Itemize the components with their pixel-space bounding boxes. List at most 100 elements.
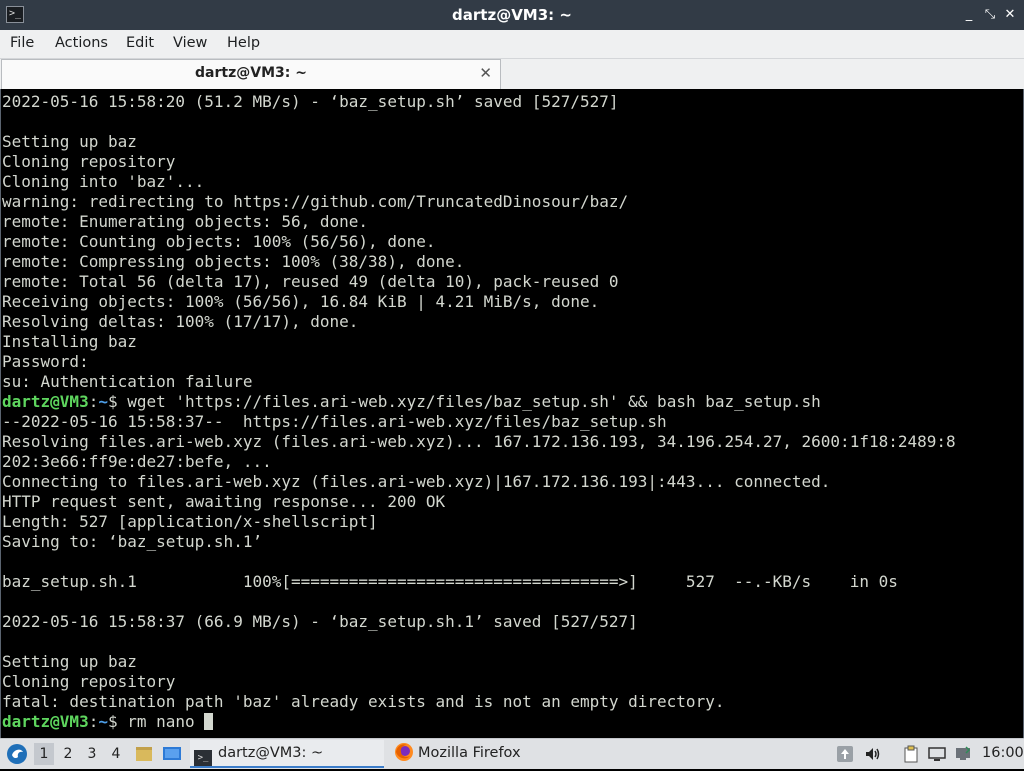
- output-text: Receiving objects: 100% (56/56), 16.84 K…: [2, 292, 600, 311]
- upload-icon[interactable]: [836, 745, 854, 763]
- show-desktop-icon[interactable]: [162, 744, 182, 764]
- terminal-line: Password:: [2, 352, 1020, 372]
- output-text: 202:3e66:ff9e:de27:befe, ...: [2, 452, 272, 471]
- output-text: 2022-05-16 15:58:20 (51.2 MB/s) - ‘baz_s…: [2, 92, 619, 111]
- clock[interactable]: 16:00: [982, 740, 1024, 766]
- output-text: Resolving deltas: 100% (17/17), done.: [2, 312, 359, 331]
- output-text: Installing baz: [2, 332, 137, 351]
- prompt-separator: :: [88, 392, 99, 411]
- terminal-prompt-line: dartz@VM3:~$ wget 'https://files.ari-web…: [2, 392, 1020, 412]
- terminal-line: warning: redirecting to https://github.c…: [2, 192, 1020, 212]
- output-text: Password:: [2, 352, 89, 371]
- menu-edit[interactable]: Edit: [126, 30, 154, 56]
- output-text: Connecting to files.ari-web.xyz (files.a…: [2, 472, 831, 491]
- terminal-line: Length: 527 [application/x-shellscript]: [2, 512, 1020, 532]
- terminal-line: remote: Total 56 (delta 17), reused 49 (…: [2, 272, 1020, 292]
- menu-view[interactable]: View: [173, 30, 207, 56]
- output-text: fatal: destination path 'baz' already ex…: [2, 692, 725, 711]
- close-window-button[interactable]: ✕: [1001, 5, 1019, 25]
- terminal-output[interactable]: 2022-05-16 15:58:20 (51.2 MB/s) - ‘baz_s…: [2, 92, 1020, 732]
- terminal-line: remote: Compressing objects: 100% (38/38…: [2, 252, 1020, 272]
- file-manager-icon[interactable]: [134, 744, 154, 764]
- clipboard-icon[interactable]: [902, 745, 920, 763]
- terminal-line: 2022-05-16 15:58:37 (66.9 MB/s) - ‘baz_s…: [2, 612, 1020, 632]
- terminal-line: Saving to: ‘baz_setup.sh.1’: [2, 532, 1020, 552]
- output-text: 2022-05-16 15:58:37 (66.9 MB/s) - ‘baz_s…: [2, 612, 638, 631]
- workspace-2[interactable]: 2: [58, 743, 78, 765]
- output-text: warning: redirecting to https://github.c…: [2, 192, 629, 211]
- tab-label: dartz@VM3: ~: [195, 65, 307, 81]
- output-text: remote: Total 56 (delta 17), reused 49 (…: [2, 272, 619, 291]
- workspace-4[interactable]: 4: [106, 743, 126, 765]
- window-titlebar[interactable]: >_ dartz@VM3: ~ _ ⤡ ✕: [0, 0, 1024, 30]
- terminal-icon: >_: [194, 750, 212, 766]
- output-text: Cloning into 'baz'...: [2, 172, 205, 191]
- firefox-icon: [394, 742, 414, 762]
- terminal-line: Resolving deltas: 100% (17/17), done.: [2, 312, 1020, 332]
- terminal-line: Cloning repository: [2, 672, 1020, 692]
- prompt-symbol: $: [107, 392, 128, 411]
- prompt-symbol: $: [107, 712, 128, 731]
- output-text: baz_setup.sh.1 100%[====================…: [2, 572, 898, 591]
- terminal-line: 202:3e66:ff9e:de27:befe, ...: [2, 452, 1020, 472]
- output-text: HTTP request sent, awaiting response... …: [2, 492, 446, 511]
- command-text: wget 'https://files.ari-web.xyz/files/ba…: [127, 392, 821, 411]
- prompt-separator: :: [88, 712, 99, 731]
- menu-actions[interactable]: Actions: [55, 30, 108, 56]
- output-text: Saving to: ‘baz_setup.sh.1’: [2, 532, 263, 551]
- terminal-line: HTTP request sent, awaiting response... …: [2, 492, 1020, 512]
- menu-help[interactable]: Help: [227, 30, 260, 56]
- terminal-line: fatal: destination path 'baz' already ex…: [2, 692, 1020, 712]
- terminal-tab[interactable]: dartz@VM3: ~ ✕: [1, 59, 501, 89]
- menu-bar: File Actions Edit View Help: [0, 30, 1024, 59]
- terminal-line: Receiving objects: 100% (56/56), 16.84 K…: [2, 292, 1020, 312]
- output-text: Setting up baz: [2, 652, 137, 671]
- task-firefox-label: Mozilla Firefox: [418, 745, 521, 761]
- tab-bar: dartz@VM3: ~ ✕: [0, 59, 1024, 90]
- terminal-line: Connecting to files.ari-web.xyz (files.a…: [2, 472, 1020, 492]
- terminal-line: baz_setup.sh.1 100%[====================…: [2, 572, 1020, 592]
- start-menu-icon[interactable]: [6, 743, 28, 765]
- terminal-line: 2022-05-16 15:58:20 (51.2 MB/s) - ‘baz_s…: [2, 92, 1020, 112]
- task-firefox[interactable]: Mozilla Firefox: [392, 740, 572, 766]
- terminal-line: Setting up baz: [2, 132, 1020, 152]
- output-text: remote: Counting objects: 100% (56/56), …: [2, 232, 436, 251]
- terminal-line: remote: Enumerating objects: 56, done.: [2, 212, 1020, 232]
- task-terminal[interactable]: >_ dartz@VM3: ~: [190, 740, 384, 768]
- terminal-line: Installing baz: [2, 332, 1020, 352]
- text-cursor: [204, 713, 214, 730]
- output-text: Cloning repository: [2, 152, 176, 171]
- prompt-path: ~: [98, 712, 108, 731]
- terminal-line: remote: Counting objects: 100% (56/56), …: [2, 232, 1020, 252]
- prompt-user: dartz@VM3: [2, 392, 89, 411]
- display-icon[interactable]: [928, 745, 946, 763]
- network-icon[interactable]: [954, 745, 972, 763]
- output-text: Cloning repository: [2, 672, 176, 691]
- window-title: dartz@VM3: ~: [452, 6, 572, 24]
- maximize-button[interactable]: ⤡: [981, 5, 999, 25]
- tab-close-icon[interactable]: ✕: [479, 64, 492, 82]
- output-text: remote: Compressing objects: 100% (38/38…: [2, 252, 465, 271]
- output-text: Length: 527 [application/x-shellscript]: [2, 512, 378, 531]
- output-text: Resolving files.ari-web.xyz (files.ari-w…: [2, 432, 956, 451]
- workspace-1[interactable]: 1: [34, 743, 54, 765]
- taskbar: 1 2 3 4 >_ dartz@VM3: ~ Mozilla Firefox 1…: [0, 738, 1024, 769]
- volume-icon[interactable]: [864, 745, 882, 763]
- prompt-path: ~: [98, 392, 108, 411]
- terminal-line: Resolving files.ari-web.xyz (files.ari-w…: [2, 432, 1020, 452]
- menu-file[interactable]: File: [10, 30, 34, 56]
- task-terminal-label: dartz@VM3: ~: [218, 745, 324, 761]
- terminal-line: su: Authentication failure: [2, 372, 1020, 392]
- terminal-line: Setting up baz: [2, 652, 1020, 672]
- output-text: Setting up baz: [2, 132, 137, 151]
- minimize-button[interactable]: _: [960, 5, 978, 25]
- terminal-line: Cloning repository: [2, 152, 1020, 172]
- terminal-prompt-line: dartz@VM3:~$ rm nano: [2, 712, 1020, 732]
- workspace-3[interactable]: 3: [82, 743, 102, 765]
- terminal-line: Cloning into 'baz'...: [2, 172, 1020, 192]
- terminal-line: --2022-05-16 15:58:37-- https://files.ar…: [2, 412, 1020, 432]
- output-text: --2022-05-16 15:58:37-- https://files.ar…: [2, 412, 667, 431]
